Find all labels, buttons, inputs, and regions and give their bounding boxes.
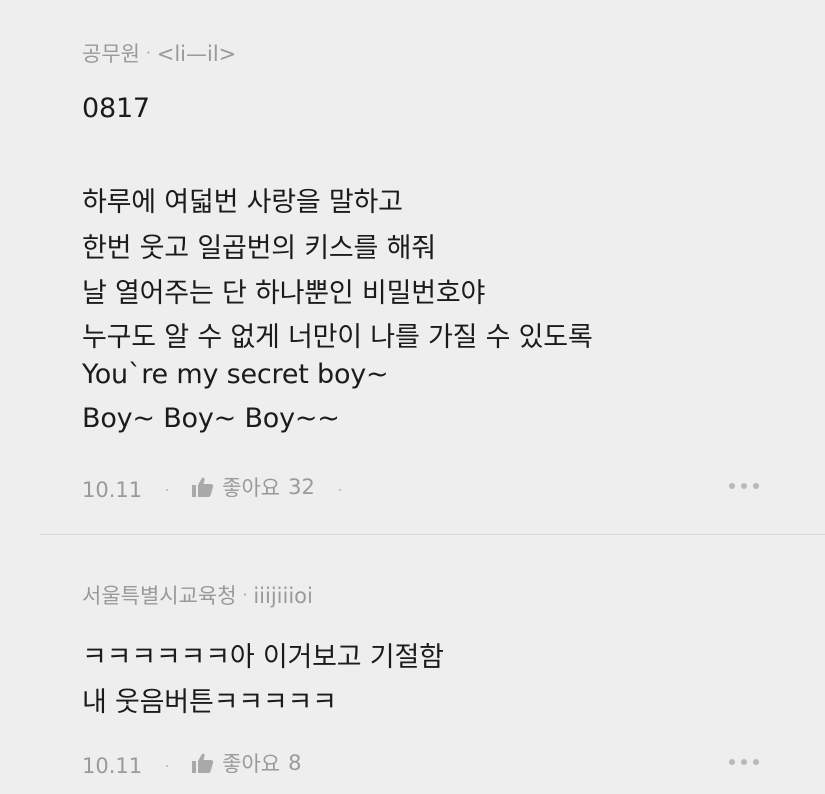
- comment-date: 10.11: [82, 478, 143, 502]
- comment-handle[interactable]: iiijiiioi: [253, 584, 313, 608]
- comment-author[interactable]: 공무원: [82, 42, 140, 66]
- thumbs-up-icon: [192, 477, 214, 497]
- more-options-icon[interactable]: [729, 752, 759, 772]
- comment-divider: [40, 534, 825, 535]
- footer-separator: [166, 765, 169, 767]
- thumbs-up-icon: [192, 753, 214, 773]
- comment-text-line: 날 열어주는 단 하나뿐인 비밀번호야: [82, 278, 486, 309]
- comment-meta: 서울특별시교육청 · iiijiiioi: [82, 580, 313, 610]
- footer-separator: [338, 489, 341, 491]
- comment-text-line: 0817: [82, 93, 150, 124]
- comment-text-line: 하루에 여덟번 사랑을 말하고: [82, 187, 403, 218]
- comment-handle[interactable]: <li—il>: [157, 42, 237, 66]
- like-button[interactable]: 좋아요 32: [192, 472, 315, 502]
- meta-separator: ·: [242, 586, 248, 604]
- like-label: 좋아요: [222, 476, 281, 500]
- meta-separator: ·: [145, 44, 151, 62]
- comment-date: 10.11: [82, 754, 143, 778]
- more-options-icon[interactable]: [729, 476, 759, 496]
- comment-text-line: Boy~ Boy~ Boy~~: [82, 403, 340, 434]
- comment-footer: 10.11 좋아요 32: [82, 472, 365, 502]
- like-button[interactable]: 좋아요 8: [192, 748, 301, 778]
- comment-text-line: You`re my secret boy~: [82, 359, 389, 390]
- comment-text-line: 누구도 알 수 없게 너만이 나를 가질 수 있도록: [82, 322, 593, 353]
- comment-text-line: ㅋㅋㅋㅋㅋㅋ아 이거보고 기절함: [82, 642, 444, 673]
- comment-meta: 공무원 · <li—il>: [82, 38, 236, 68]
- footer-separator: [166, 489, 169, 491]
- like-label: 좋아요: [222, 752, 281, 776]
- comment-author[interactable]: 서울특별시교육청: [82, 584, 237, 608]
- like-count: 8: [288, 751, 302, 775]
- comment-footer: 10.11 좋아요 8: [82, 748, 301, 778]
- comment-text-line: 한번 웃고 일곱번의 키스를 해줘: [82, 233, 436, 264]
- like-count: 32: [288, 475, 315, 499]
- comment-text-line: 내 웃음버튼ㅋㅋㅋㅋㅋ: [82, 687, 337, 718]
